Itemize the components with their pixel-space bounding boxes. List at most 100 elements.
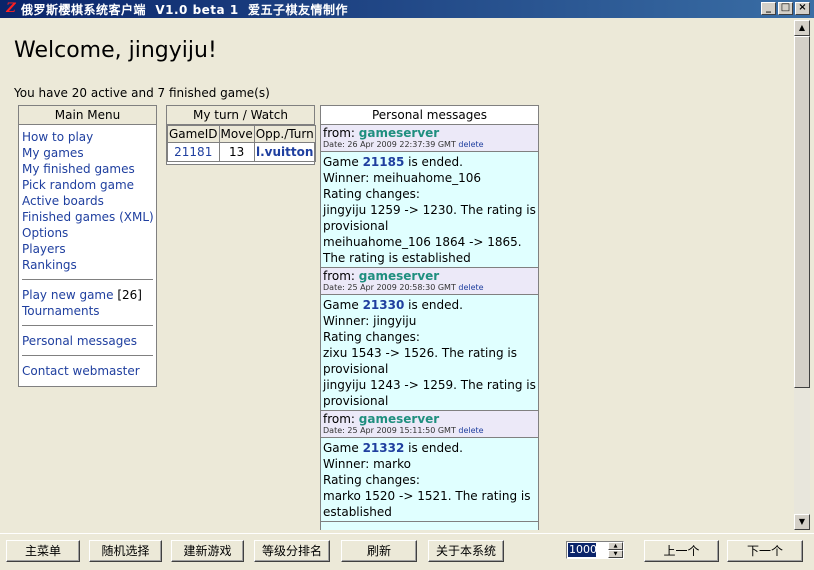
scroll-down-icon[interactable]: ▼ [794, 514, 810, 530]
menu-rankings[interactable]: Rankings [22, 257, 153, 273]
spinner-arrows: ▲ ▼ [608, 542, 623, 558]
delete-link[interactable]: delete [458, 140, 483, 149]
opponent-link[interactable]: l.vuitton [253, 142, 316, 162]
menu-play-new-game-row: Play new game [26] [22, 287, 153, 303]
menu-tournaments[interactable]: Tournaments [22, 303, 153, 319]
spin-up-icon[interactable]: ▲ [608, 542, 623, 550]
scroll-up-icon[interactable]: ▲ [794, 20, 810, 36]
menu-play-new-game[interactable]: Play new game [22, 288, 114, 302]
body-suffix: is ended. [408, 298, 463, 312]
from-label: from: [323, 269, 355, 283]
delete-link[interactable]: delete [458, 283, 483, 292]
move-count: 13 [218, 142, 255, 162]
game-link[interactable]: 21330 [363, 298, 405, 312]
close-button[interactable]: × [795, 2, 810, 15]
window-title: 俄罗斯樱棋系统客户端 V1.0 beta 1 爱五子棋友情制作 [21, 2, 349, 17]
title-bar: Z 俄罗斯樱棋系统客户端 V1.0 beta 1 爱五子棋友情制作 _ □ × [0, 0, 814, 18]
main-menu-button[interactable]: 主菜单 [6, 540, 80, 562]
message-header: from: gameserver Date: 25 Apr 2009 20:58… [321, 268, 538, 295]
rankings-button[interactable]: 等级分排名 [254, 540, 330, 562]
menu-options[interactable]: Options [22, 225, 153, 241]
menu-how-to-play[interactable]: How to play [22, 129, 153, 145]
menu-my-games[interactable]: My games [22, 145, 153, 161]
vertical-scrollbar[interactable]: ▲ ▼ [794, 20, 810, 530]
rating-line: jingyiju 1243 -> 1259. The rating is pro… [323, 378, 536, 408]
body-prefix: Game [323, 298, 359, 312]
table-row[interactable]: 21181 13 l.vuitton [167, 142, 316, 162]
delete-link[interactable]: delete [458, 426, 483, 435]
interval-spinner[interactable]: 1000 ▲ ▼ [566, 541, 624, 559]
body-suffix: is ended. [408, 155, 463, 169]
table-header-row: GameID Move Opp./Turn [167, 125, 316, 143]
message-body: Game 21185 is ended. Winner: meihuahome_… [321, 152, 538, 268]
about-button[interactable]: 关于本系统 [428, 540, 504, 562]
message-date: Date: 26 Apr 2009 22:37:39 GMT [323, 140, 456, 149]
menu-personal-messages[interactable]: Personal messages [22, 333, 153, 349]
main-menu-list: How to play My games My finished games P… [19, 125, 156, 379]
winner-line: Winner: meihuahome_106 [323, 171, 482, 185]
rating-label: Rating changes: [323, 330, 420, 344]
welcome-heading: Welcome, jingyiju! [14, 38, 217, 63]
next-button[interactable]: 下一个 [727, 540, 803, 562]
message-body: Game 21330 is ended. Winner: jingyiju Ra… [321, 295, 538, 411]
rating-line: meihuahome_106 1864 -> 1865. The rating … [323, 235, 522, 265]
sender-link[interactable]: gameserver [359, 412, 439, 426]
personal-messages-panel: Personal messages from: gameserver Date:… [320, 105, 539, 530]
main-menu-title: Main Menu [19, 106, 156, 125]
menu-pick-random-game[interactable]: Pick random game [22, 177, 153, 193]
game-link[interactable]: 21332 [363, 441, 405, 455]
previous-button[interactable]: 上一个 [644, 540, 719, 562]
scroll-thumb[interactable] [794, 36, 810, 388]
menu-divider [22, 355, 153, 356]
game-link[interactable]: 21185 [363, 155, 405, 169]
sender-link[interactable]: gameserver [359, 269, 439, 283]
rating-line: zixu 1543 -> 1526. The rating is provisi… [323, 346, 517, 376]
new-game-button[interactable]: 建新游戏 [171, 540, 244, 562]
message-date: Date: 25 Apr 2009 20:58:30 GMT [323, 283, 456, 292]
body-suffix: is ended. [408, 441, 463, 455]
refresh-button[interactable]: 刷新 [341, 540, 417, 562]
app-logo-icon: Z [6, 1, 16, 16]
menu-my-finished-games[interactable]: My finished games [22, 161, 153, 177]
random-select-button[interactable]: 随机选择 [89, 540, 162, 562]
maximize-button[interactable]: □ [778, 2, 793, 15]
menu-players[interactable]: Players [22, 241, 153, 257]
rating-label: Rating changes: [323, 187, 420, 201]
content-area: Welcome, jingyiju! You have 20 active an… [2, 20, 792, 530]
menu-contact-webmaster[interactable]: Contact webmaster [22, 363, 153, 379]
from-label: from: [323, 412, 355, 426]
my-turn-title: My turn / Watch [167, 106, 314, 125]
minimize-button[interactable]: _ [761, 2, 776, 15]
from-label: from: [323, 126, 355, 140]
my-turn-panel: My turn / Watch GameID Move Opp./Turn 21… [166, 105, 316, 165]
spin-down-icon[interactable]: ▼ [608, 550, 623, 558]
window-controls: _ □ × [761, 2, 810, 15]
col-opp-turn: Opp./Turn [253, 125, 316, 143]
message-header: from: gameserver Date: 26 Apr 2009 22:37… [321, 125, 538, 152]
col-move: Move [218, 125, 255, 143]
menu-divider [22, 279, 153, 280]
winner-line: Winner: jingyiju [323, 314, 417, 328]
spinner-value[interactable]: 1000 [568, 543, 597, 557]
my-turn-table: GameID Move Opp./Turn 21181 13 l.vuitton [167, 125, 316, 162]
game-id-link[interactable]: 21181 [167, 142, 220, 162]
col-gameid: GameID [167, 125, 220, 143]
personal-messages-title: Personal messages [321, 106, 538, 125]
message-header: from: gameserver Date: 25 Apr 2009 15:11… [321, 411, 538, 438]
body-prefix: Game [323, 155, 359, 169]
rating-label: Rating changes: [323, 473, 420, 487]
games-summary: You have 20 active and 7 finished game(s… [14, 86, 270, 100]
message-body: Game 21332 is ended. Winner: marko Ratin… [321, 438, 538, 522]
body-prefix: Game [323, 441, 359, 455]
bottom-toolbar: 主菜单 随机选择 建新游戏 等级分排名 刷新 关于本系统 1000 ▲ ▼ 上一… [0, 533, 814, 570]
message-date: Date: 25 Apr 2009 15:11:50 GMT [323, 426, 456, 435]
sender-link[interactable]: gameserver [359, 126, 439, 140]
menu-active-boards[interactable]: Active boards [22, 193, 153, 209]
rating-line: jingyiju 1259 -> 1230. The rating is pro… [323, 203, 536, 233]
winner-line: Winner: marko [323, 457, 411, 471]
menu-divider [22, 325, 153, 326]
menu-finished-games-xml[interactable]: Finished games (XML) [22, 209, 154, 225]
new-game-count: [26] [117, 288, 142, 302]
main-menu: Main Menu How to play My games My finish… [18, 105, 157, 387]
rating-line: marko 1520 -> 1521. The rating is establ… [323, 489, 531, 519]
